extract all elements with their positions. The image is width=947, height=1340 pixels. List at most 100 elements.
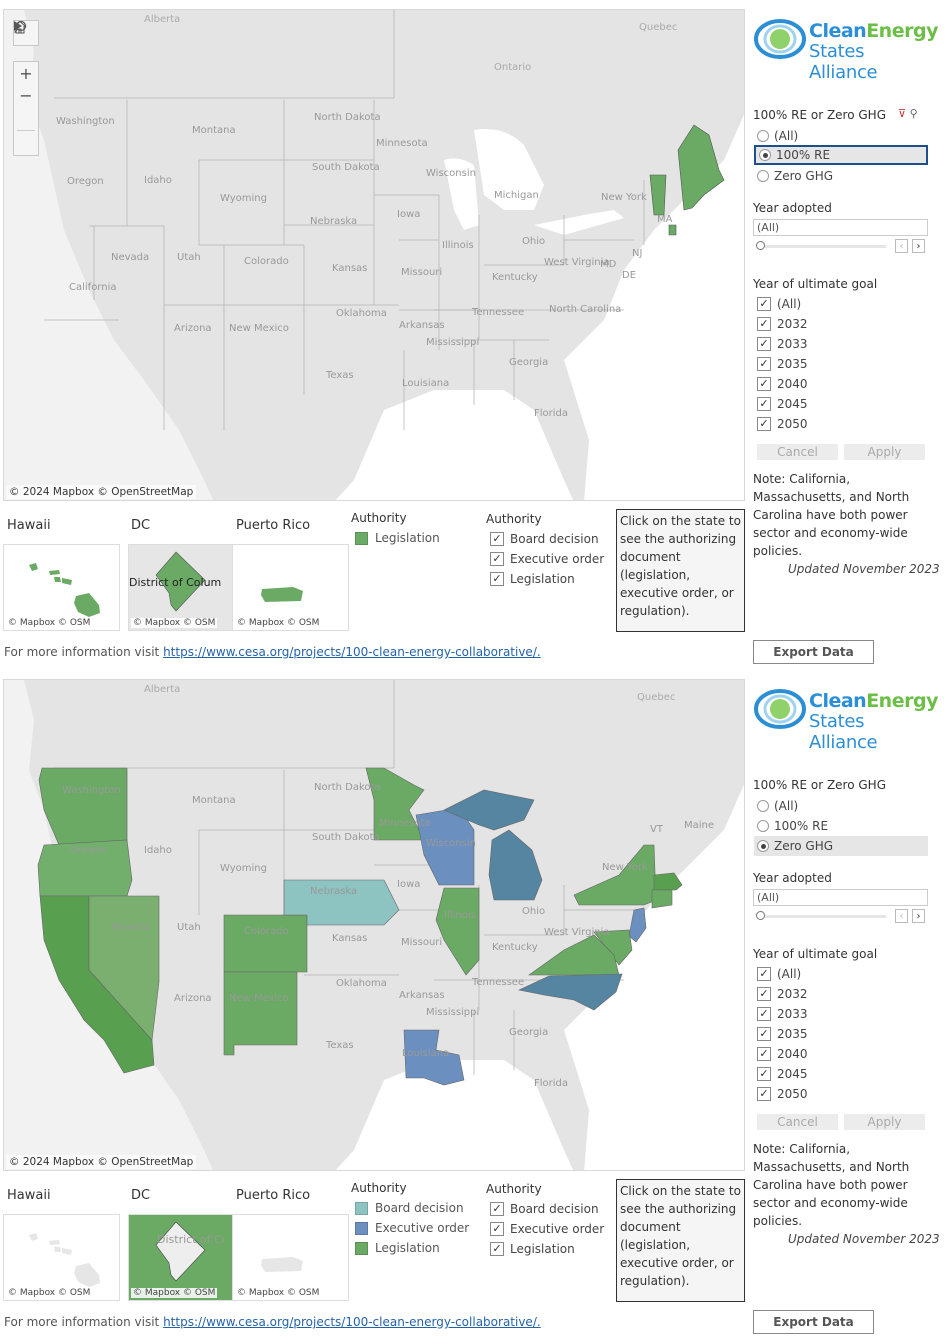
- year-adopted-value[interactable]: (All): [753, 889, 928, 906]
- puerto-rico-shape[interactable]: [261, 587, 303, 602]
- authority-option-executive[interactable]: ✓ Executive order: [490, 1220, 604, 1238]
- radio-option-100re[interactable]: 100% RE: [754, 145, 928, 165]
- hawaii-island[interactable]: [29, 563, 38, 571]
- checkbox-checked[interactable]: ✓: [757, 1087, 771, 1101]
- dc-map[interactable]: District of Columbia © Mapbox © OSM: [128, 1214, 245, 1301]
- goal-option-2033[interactable]: ✓ 2033: [757, 1005, 808, 1023]
- state-illinois[interactable]: [435, 887, 480, 976]
- goal-option-2032[interactable]: ✓ 2032: [757, 315, 808, 333]
- state-washington[interactable]: [38, 767, 128, 846]
- goal-option-all[interactable]: ✓ (All): [757, 965, 801, 983]
- authority-option-board[interactable]: ✓ Board decision: [490, 530, 599, 548]
- radio-button-selected[interactable]: [757, 840, 769, 852]
- legend-item-legislation[interactable]: Legislation: [355, 1239, 440, 1257]
- hawaii-island[interactable]: [29, 1233, 72, 1255]
- state-new-york[interactable]: [573, 844, 657, 906]
- dc-map[interactable]: District of Colum © Mapbox © OSM: [128, 544, 245, 631]
- state-new-mexico[interactable]: [223, 971, 298, 1056]
- slider-prev-button[interactable]: ‹: [895, 909, 908, 923]
- checkbox-checked[interactable]: ✓: [757, 337, 771, 351]
- year-adopted-value[interactable]: (All): [753, 219, 928, 236]
- radio-option-all[interactable]: (All): [754, 796, 928, 816]
- puerto-rico-map[interactable]: © Mapbox © OSM: [232, 544, 349, 631]
- checkbox-checked[interactable]: ✓: [490, 1242, 504, 1256]
- year-adopted-slider[interactable]: [756, 240, 888, 254]
- slider-next-button[interactable]: ›: [912, 239, 925, 253]
- cesa-link[interactable]: https://www.cesa.org/projects/100-clean-…: [163, 1315, 541, 1329]
- legend-item-executive-order[interactable]: Executive order: [355, 1219, 469, 1237]
- checkbox-checked[interactable]: ✓: [757, 417, 771, 431]
- apply-button[interactable]: Apply: [844, 444, 925, 460]
- radio-button[interactable]: [757, 800, 769, 812]
- goal-option-2032[interactable]: ✓ 2032: [757, 985, 808, 1003]
- checkbox-checked[interactable]: ✓: [757, 357, 771, 371]
- checkbox-checked[interactable]: ✓: [757, 1047, 771, 1061]
- clear-filter-icon[interactable]: ⊽: [898, 107, 906, 120]
- checkbox-checked[interactable]: ✓: [757, 1067, 771, 1081]
- slider-handle[interactable]: [756, 911, 765, 920]
- reset-home-button[interactable]: [13, 20, 38, 128]
- radio-option-100re[interactable]: 100% RE: [754, 816, 928, 836]
- state-vermont[interactable]: [649, 174, 667, 216]
- dc-shape[interactable]: [155, 1221, 206, 1282]
- slider-handle[interactable]: [756, 241, 765, 250]
- map-canvas[interactable]: Alberta Ontario Quebec Washington Oregon…: [4, 10, 745, 501]
- zoom-out-button[interactable]: −: [14, 84, 38, 106]
- export-data-button[interactable]: Export Data: [753, 1310, 874, 1334]
- state-colorado[interactable]: [223, 914, 308, 973]
- puerto-rico-map[interactable]: © Mapbox © OSM: [232, 1214, 349, 1301]
- cancel-button[interactable]: Cancel: [757, 444, 838, 460]
- slider-prev-button[interactable]: ‹: [895, 239, 908, 253]
- goal-option-2050[interactable]: ✓ 2050: [757, 1085, 808, 1103]
- radio-button-selected[interactable]: [759, 149, 771, 161]
- hawaii-map[interactable]: © Mapbox © OSM: [3, 544, 120, 631]
- checkbox-checked[interactable]: ✓: [757, 967, 771, 981]
- radio-option-zero-ghg[interactable]: Zero GHG: [754, 166, 928, 186]
- hawaii-island[interactable]: [49, 570, 72, 585]
- state-connecticut[interactable]: [651, 889, 673, 909]
- puerto-rico-shape[interactable]: [261, 1257, 303, 1272]
- checkbox-checked[interactable]: ✓: [490, 552, 504, 566]
- map-canvas[interactable]: Alberta Quebec Washington Oregon Montana…: [4, 680, 745, 1171]
- checkbox-checked[interactable]: ✓: [490, 572, 504, 586]
- checkbox-checked[interactable]: ✓: [757, 377, 771, 391]
- radio-option-all[interactable]: (All): [754, 126, 928, 146]
- state-rhode-island[interactable]: [668, 224, 677, 236]
- goal-option-2045[interactable]: ✓ 2045: [757, 395, 808, 413]
- state-minnesota[interactable]: [365, 767, 425, 841]
- checkbox-checked[interactable]: ✓: [490, 1222, 504, 1236]
- authority-option-executive[interactable]: ✓ Executive order: [490, 550, 604, 568]
- state-massachusetts[interactable]: [653, 872, 683, 891]
- map-attribution[interactable]: © 2024 Mapbox © OpenStreetMap: [6, 485, 197, 499]
- us-map[interactable]: Alberta Quebec Washington Oregon Montana…: [3, 679, 745, 1171]
- radio-option-zero-ghg[interactable]: Zero GHG: [754, 836, 928, 856]
- checkbox-checked[interactable]: ✓: [490, 532, 504, 546]
- zoom-in-button[interactable]: +: [14, 62, 38, 84]
- map-attribution[interactable]: © 2024 Mapbox © OpenStreetMap: [6, 1155, 197, 1169]
- goal-option-2045[interactable]: ✓ 2045: [757, 1065, 808, 1083]
- checkbox-checked[interactable]: ✓: [490, 1202, 504, 1216]
- goal-option-2035[interactable]: ✓ 2035: [757, 355, 808, 373]
- slider-next-button[interactable]: ›: [912, 909, 925, 923]
- search-icon[interactable]: ⚲: [910, 107, 918, 120]
- authority-option-board[interactable]: ✓ Board decision: [490, 1200, 599, 1218]
- checkbox-checked[interactable]: ✓: [757, 987, 771, 1001]
- cancel-button[interactable]: Cancel: [757, 1114, 838, 1130]
- checkbox-checked[interactable]: ✓: [757, 317, 771, 331]
- checkbox-checked[interactable]: ✓: [757, 1007, 771, 1021]
- goal-option-all[interactable]: ✓ (All): [757, 295, 801, 313]
- hawaii-big-island[interactable]: [74, 1263, 100, 1287]
- export-data-button[interactable]: Export Data: [753, 640, 874, 664]
- checkbox-checked[interactable]: ✓: [757, 397, 771, 411]
- legend-item-legislation[interactable]: Legislation: [355, 529, 440, 547]
- pan-mode-button[interactable]: [14, 21, 38, 155]
- us-map[interactable]: Alberta Ontario Quebec Washington Oregon…: [3, 9, 745, 501]
- checkbox-checked[interactable]: ✓: [757, 297, 771, 311]
- legend-item-board-decision[interactable]: Board decision: [355, 1199, 464, 1217]
- authority-option-legislation[interactable]: ✓ Legislation: [490, 1240, 575, 1258]
- checkbox-checked[interactable]: ✓: [757, 1027, 771, 1041]
- radio-button[interactable]: [757, 130, 769, 142]
- hawaii-big-island[interactable]: [74, 593, 100, 617]
- authority-option-legislation[interactable]: ✓ Legislation: [490, 570, 575, 588]
- radio-button[interactable]: [757, 820, 769, 832]
